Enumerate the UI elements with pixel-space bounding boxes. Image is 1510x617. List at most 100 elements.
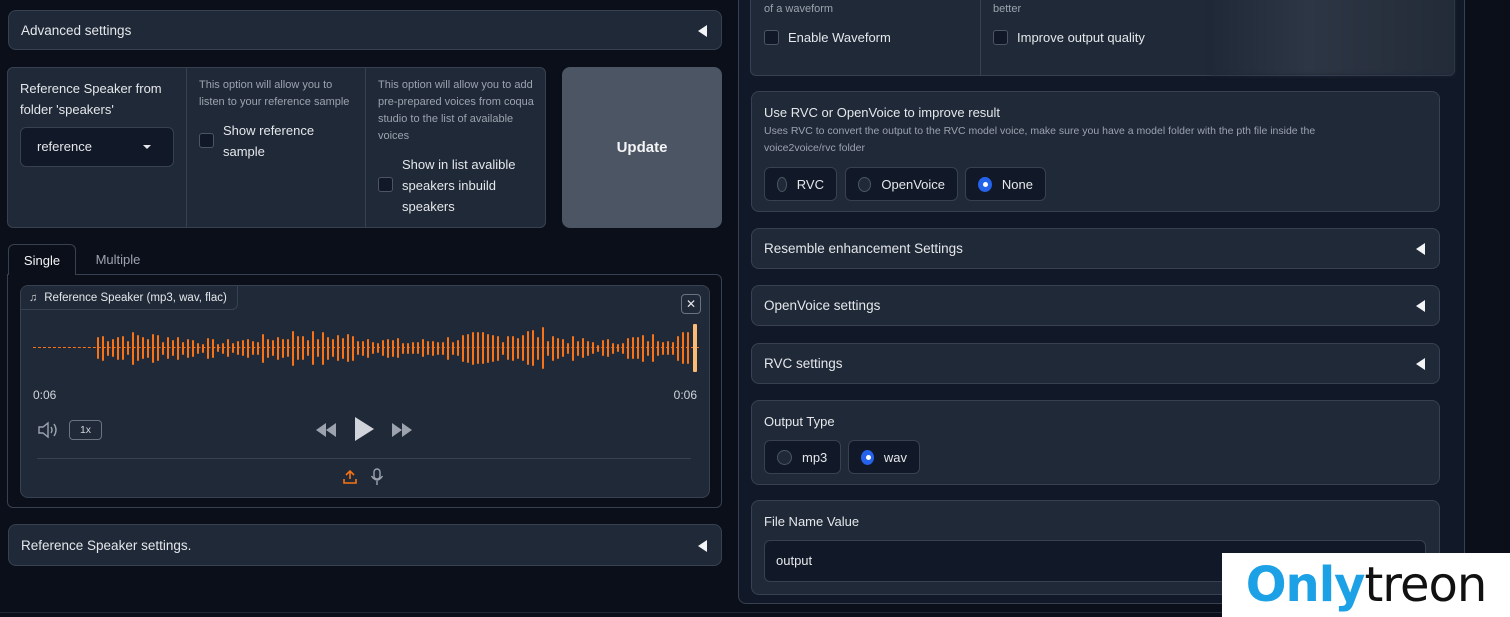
- waveform-bar: [467, 333, 469, 363]
- show-in-list-checkbox[interactable]: [378, 177, 393, 192]
- waveform-bar: [677, 335, 679, 361]
- waveform-bar: [542, 327, 544, 369]
- show-in-list-label[interactable]: Show in list avalible speakers inbuild s…: [402, 154, 532, 217]
- waveform-bar: [487, 333, 489, 363]
- radio-wav[interactable]: wav: [848, 440, 920, 474]
- rvc-settings-title: RVC settings: [764, 356, 843, 371]
- rvc-block-desc: Uses RVC to convert the output to the RV…: [764, 125, 1316, 154]
- waveform-bar: [262, 333, 264, 363]
- radio-wav-dot: [861, 449, 874, 465]
- radio-rvc[interactable]: RVC: [764, 167, 837, 201]
- collapse-triangle-icon[interactable]: [698, 540, 707, 552]
- watermark-only: Only: [1245, 557, 1366, 613]
- waveform-bar: [337, 335, 339, 361]
- collapse-triangle-icon[interactable]: [1416, 358, 1425, 370]
- enable-waveform-checkbox[interactable]: [764, 30, 779, 45]
- waveform-bar: [352, 335, 354, 361]
- waveform-bar: [357, 341, 359, 355]
- audio-label-badge: ♫ Reference Speaker (mp3, wav, flac): [21, 286, 238, 310]
- radio-mp3[interactable]: mp3: [764, 440, 841, 474]
- waveform-bar: [212, 338, 214, 358]
- waveform-bar: [277, 336, 279, 360]
- waveform-bar: [672, 341, 674, 355]
- radio-openvoice[interactable]: OpenVoice: [845, 167, 958, 201]
- waveform-bar: [392, 339, 394, 357]
- waveform-bar: [527, 331, 529, 365]
- waveform-bar: [387, 338, 389, 358]
- waveform-bar: [497, 335, 499, 361]
- output-type-block: Output Type mp3 wav: [751, 400, 1440, 485]
- waveform[interactable]: [33, 320, 699, 376]
- microphone-icon[interactable]: [370, 468, 384, 491]
- resemble-settings-accordion[interactable]: Resemble enhancement Settings: [751, 228, 1440, 269]
- waveform-bar: [127, 341, 129, 355]
- rewind-icon[interactable]: [314, 421, 338, 444]
- waveform-bar: [517, 337, 519, 359]
- openvoice-settings-accordion[interactable]: OpenVoice settings: [751, 285, 1440, 326]
- enable-waveform-label[interactable]: Enable Waveform: [788, 30, 891, 45]
- show-reference-group: This option will allow you to listen to …: [187, 68, 366, 227]
- waveform-bar: [272, 340, 274, 356]
- waveform-bar: [562, 339, 564, 357]
- music-note-icon: ♫: [29, 291, 38, 304]
- improve-quality-label[interactable]: Improve output quality: [1017, 30, 1145, 45]
- collapse-triangle-icon[interactable]: [698, 25, 707, 37]
- update-button[interactable]: Update: [562, 67, 722, 228]
- waveform-bar: [242, 340, 244, 356]
- waveform-bar: [422, 339, 424, 357]
- waveform-bar: [377, 343, 379, 353]
- waveform-bar: [192, 339, 194, 357]
- radio-none[interactable]: None: [965, 167, 1046, 201]
- radio-openvoice-dot: [858, 176, 872, 192]
- scrollbar-track[interactable]: [1466, 0, 1510, 617]
- waveform-bar: [157, 335, 159, 361]
- radio-wav-label: wav: [883, 449, 907, 465]
- show-reference-label[interactable]: Show reference sample: [223, 120, 333, 162]
- waveform-bar: [147, 338, 149, 358]
- volume-icon[interactable]: [37, 421, 59, 444]
- radio-none-dot: [978, 176, 992, 192]
- radio-rvc-label: RVC: [796, 176, 824, 192]
- waveform-bar: [507, 336, 509, 360]
- waveform-bar: [532, 330, 534, 366]
- waveform-bar: [552, 335, 554, 361]
- reference-speaker-label: Reference Speaker from folder 'speakers': [20, 81, 162, 117]
- upload-icon[interactable]: [342, 469, 358, 490]
- reference-speaker-group: Reference Speaker from folder 'speakers'…: [8, 68, 187, 227]
- reference-speaker-value: reference: [37, 139, 92, 154]
- waveform-bar: [177, 336, 179, 360]
- improve-quality-checkbox[interactable]: [993, 30, 1008, 45]
- show-reference-checkbox[interactable]: [199, 133, 214, 148]
- waveform-bar: [362, 340, 364, 356]
- play-icon[interactable]: [353, 416, 375, 447]
- waveform-bar: [662, 341, 664, 355]
- waveform-bar: [97, 337, 99, 359]
- rvc-settings-accordion[interactable]: RVC settings: [751, 343, 1440, 384]
- reference-speaker-settings-accordion[interactable]: Reference Speaker settings.: [8, 524, 722, 566]
- playback-speed-button[interactable]: 1x: [69, 420, 102, 440]
- rvc-openvoice-block: Use RVC or OpenVoice to improve result U…: [751, 91, 1440, 212]
- advanced-settings-accordion[interactable]: Advanced settings: [8, 10, 722, 50]
- waveform-bar: [462, 334, 464, 362]
- waveform-bar: [582, 338, 584, 358]
- reference-speaker-settings-title: Reference Speaker settings.: [21, 538, 192, 553]
- waveform-bar: [442, 341, 444, 355]
- waveform-bar: [682, 332, 684, 364]
- radio-none-label: None: [1001, 176, 1033, 192]
- collapse-triangle-icon[interactable]: [1416, 300, 1425, 312]
- waveform-bar: [617, 344, 619, 352]
- collapse-triangle-icon[interactable]: [1416, 243, 1425, 255]
- waveform-bar: [437, 341, 439, 355]
- waveform-bar: [292, 330, 294, 366]
- playhead-cursor[interactable]: [693, 324, 697, 372]
- quality-option: better Improve output quality: [981, 0, 1211, 75]
- tab-single[interactable]: Single: [8, 244, 76, 275]
- tab-multiple[interactable]: Multiple: [80, 244, 156, 274]
- waveform-bar: [627, 337, 629, 359]
- waveform-bar: [232, 343, 234, 353]
- reference-speaker-dropdown[interactable]: reference: [20, 127, 174, 167]
- waveform-bar: [592, 342, 594, 354]
- waveform-bar: [257, 341, 259, 355]
- fast-forward-icon[interactable]: [390, 421, 414, 444]
- close-icon[interactable]: ✕: [681, 294, 701, 314]
